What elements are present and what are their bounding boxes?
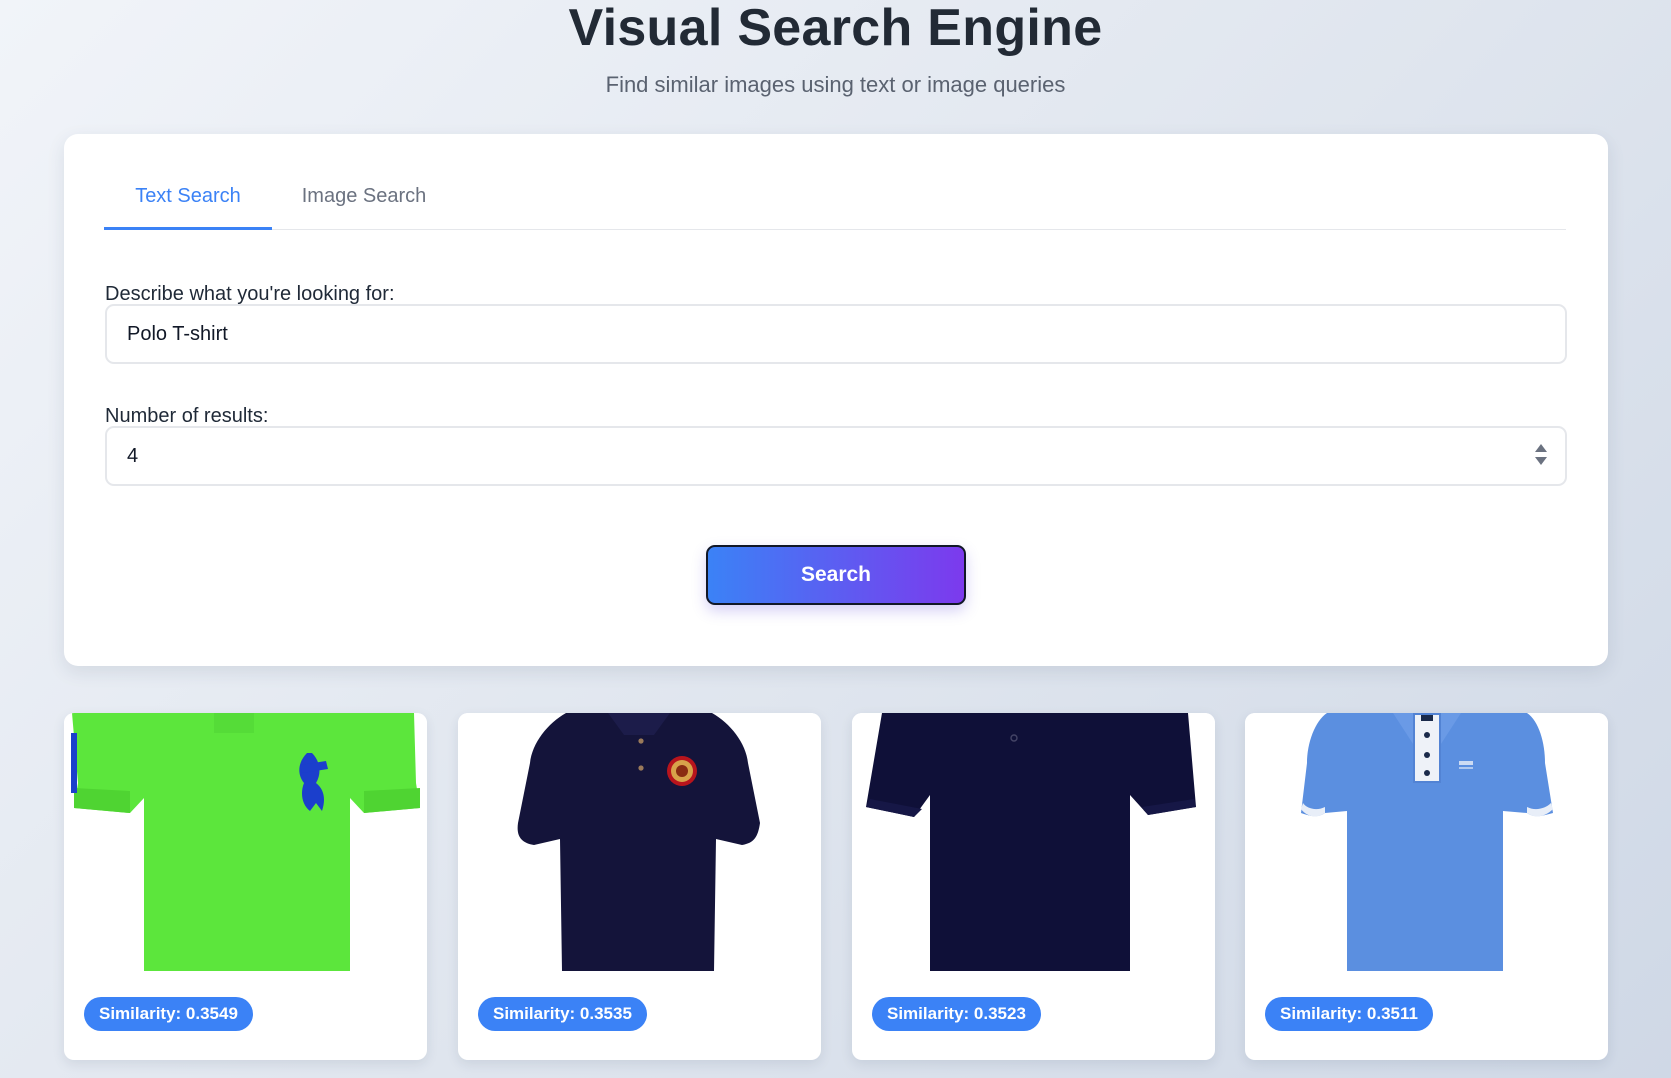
- results-count-label: Number of results:: [105, 405, 269, 427]
- query-label: Describe what you're looking for:: [105, 283, 395, 305]
- similarity-badge: Similarity: 0.3549: [84, 997, 253, 1031]
- tab-image-search[interactable]: Image Search: [272, 176, 456, 230]
- results-grid: Similarity: 0.3549 Similarity: 0.3535 Si…: [64, 713, 1608, 1060]
- page-subtitle: Find similar images using text or image …: [605, 72, 1066, 97]
- result-image-navy-polo-emblem[interactable]: [458, 713, 821, 971]
- page-title: Visual Search Engine: [568, 0, 1103, 57]
- navy-polo-emblem-icon: [458, 713, 821, 971]
- similarity-badge: Similarity: 0.3523: [872, 997, 1041, 1031]
- search-panel: Text Search Image Search Describe what y…: [64, 134, 1608, 666]
- search-tabs: Text Search Image Search: [104, 176, 1566, 230]
- stepper-down-icon[interactable]: [1535, 457, 1547, 465]
- tab-text-search[interactable]: Text Search: [104, 176, 272, 230]
- result-image-green-polo[interactable]: [64, 713, 427, 971]
- result-card[interactable]: Similarity: 0.3549: [64, 713, 427, 1060]
- result-image-navy-polo[interactable]: [852, 713, 1215, 971]
- stepper-arrows-icon[interactable]: [1535, 444, 1547, 468]
- similarity-badge: Similarity: 0.3511: [1265, 997, 1433, 1031]
- stepper-up-icon[interactable]: [1535, 444, 1547, 452]
- blue-polo-shirt-icon: [1245, 713, 1608, 971]
- query-input[interactable]: Polo T-shirt: [105, 304, 1567, 364]
- navy-polo-shirt-icon: [852, 713, 1215, 971]
- result-card[interactable]: Similarity: 0.3523: [852, 713, 1215, 1060]
- results-count-stepper[interactable]: 4: [105, 426, 1567, 486]
- result-card[interactable]: Similarity: 0.3535: [458, 713, 821, 1060]
- search-button[interactable]: Search: [706, 545, 966, 605]
- result-card[interactable]: Similarity: 0.3511: [1245, 713, 1608, 1060]
- results-count-value: 4: [127, 445, 139, 467]
- green-polo-shirt-icon: [64, 713, 427, 971]
- similarity-badge: Similarity: 0.3535: [478, 997, 647, 1031]
- result-image-blue-polo[interactable]: [1245, 713, 1608, 971]
